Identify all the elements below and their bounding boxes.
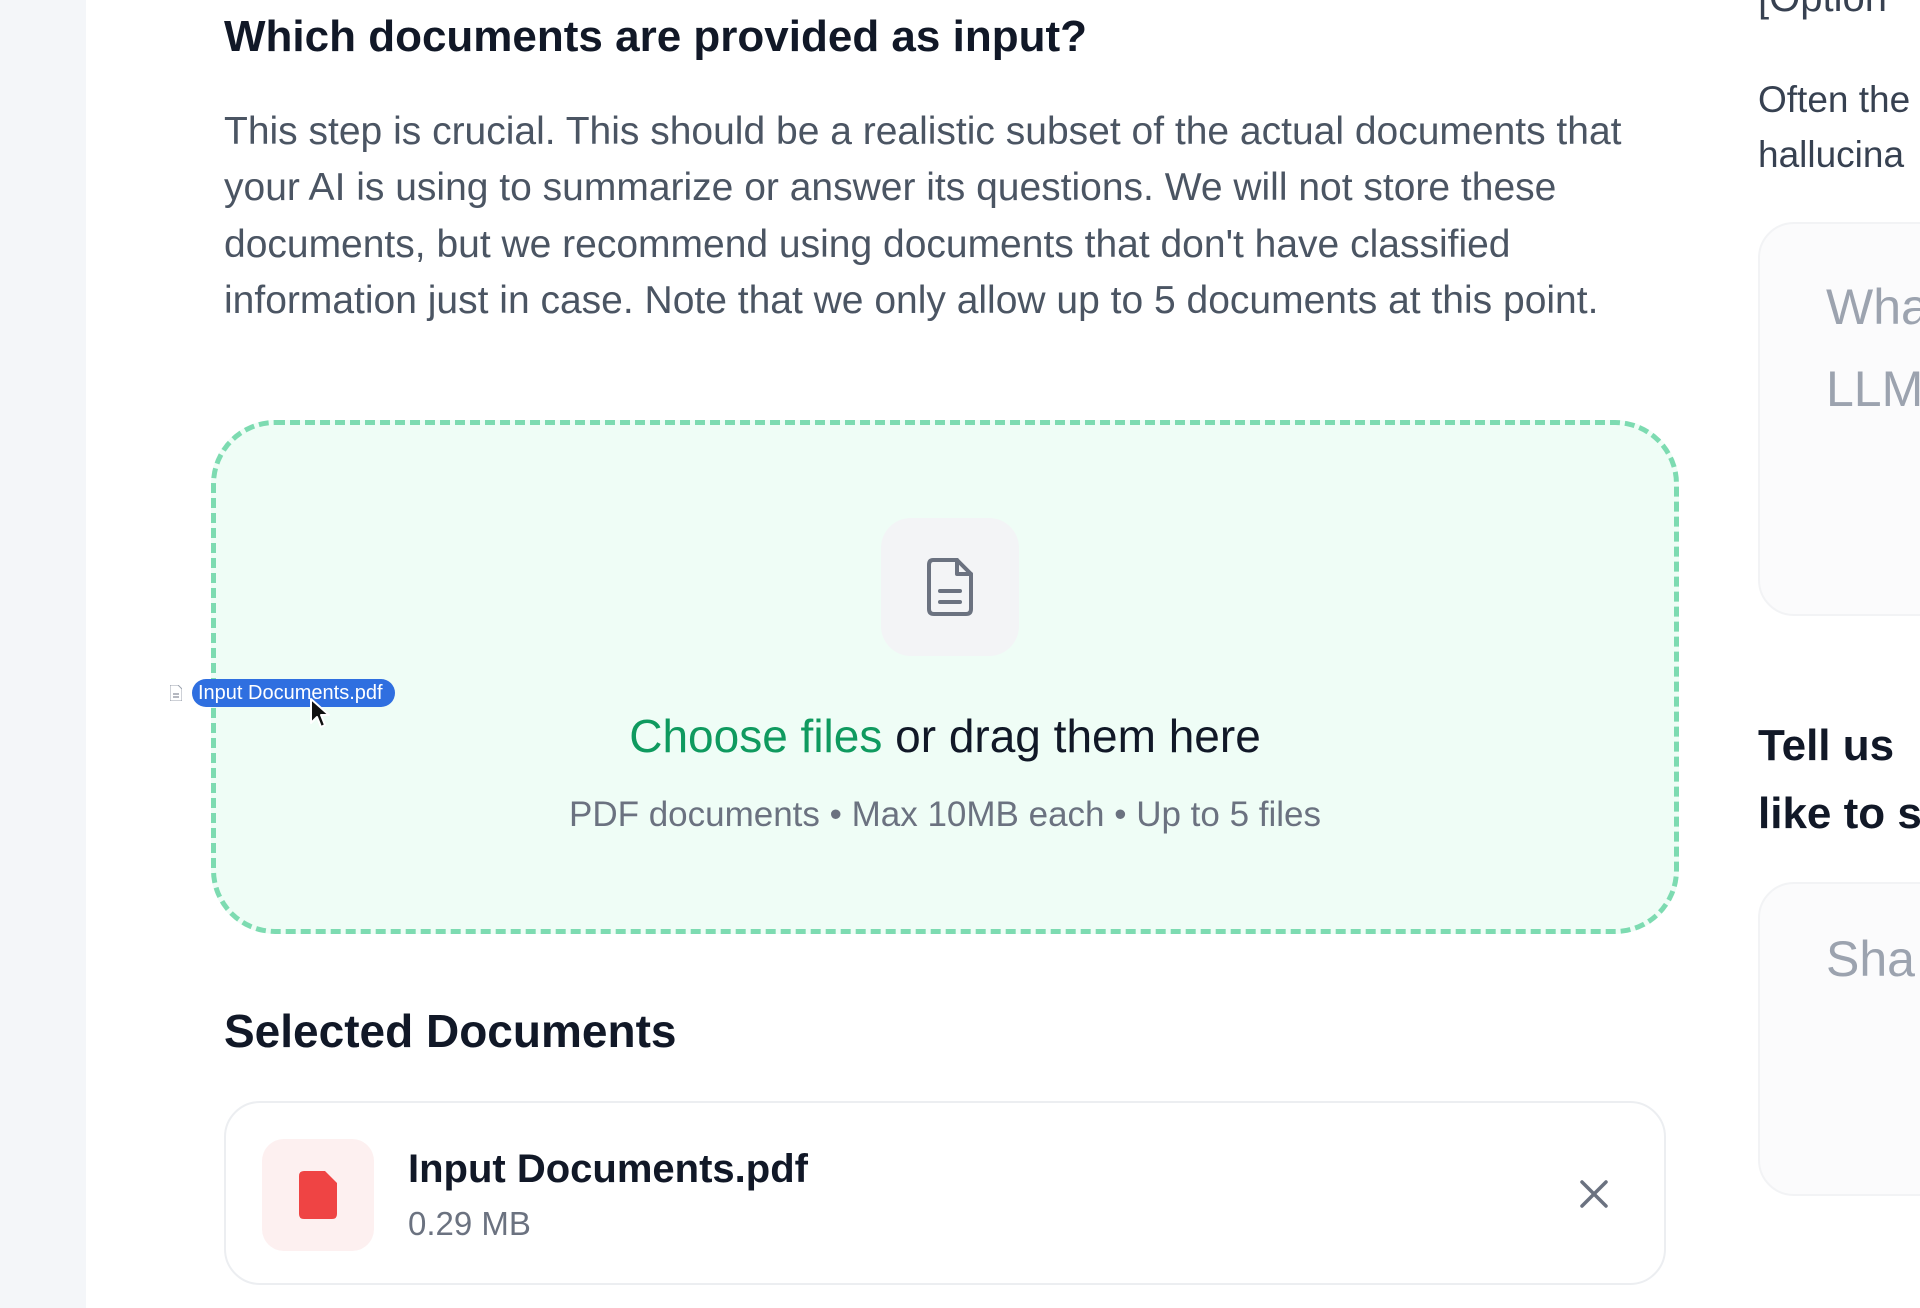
mouse-cursor-icon xyxy=(310,698,330,728)
file-icon xyxy=(170,685,182,701)
file-dropzone[interactable]: Choose files or drag them here PDF docum… xyxy=(211,420,1679,934)
optional-heading: [Option xyxy=(1758,0,1887,21)
section-description: This step is crucial. This should be a r… xyxy=(224,110,1622,323)
placeholder-line: LLM xyxy=(1826,361,1920,417)
pdf-file-icon xyxy=(262,1139,374,1251)
drag-preview: Input Documents.pdf xyxy=(170,679,395,707)
question-line: Tell us xyxy=(1758,721,1895,770)
placeholder-line: Wha xyxy=(1826,279,1920,335)
document-icon xyxy=(881,518,1019,656)
dropzone-headline: Choose files or drag them here xyxy=(216,709,1674,763)
drag-preview-label: Input Documents.pdf xyxy=(192,679,395,707)
file-name: Input Documents.pdf xyxy=(408,1147,808,1191)
section-title: Which documents are provided as input? xyxy=(224,12,1087,61)
selected-file-item: Input Documents.pdf 0.29 MB xyxy=(224,1101,1666,1285)
right-column: [Option Often the hallucina Wha LLM Tell… xyxy=(1758,0,1920,1308)
optional-help-line: hallucina xyxy=(1758,134,1905,175)
optional-help-line: Often the xyxy=(1758,79,1911,120)
optional-textarea-placeholder: Wha LLM xyxy=(1826,266,1920,430)
dropzone-hint: PDF documents • Max 10MB each • Up to 5 … xyxy=(568,795,1322,834)
choose-files-link[interactable]: Choose files xyxy=(629,710,882,762)
question-heading: Tell us like to s xyxy=(1758,712,1920,848)
question-line: like to s xyxy=(1758,789,1920,838)
file-size: 0.29 MB xyxy=(408,1205,531,1242)
share-textarea-placeholder: Sha xyxy=(1826,931,1915,987)
close-icon xyxy=(1580,1180,1608,1208)
drag-instruction: or drag them here xyxy=(882,710,1261,762)
selected-documents-title: Selected Documents xyxy=(224,1005,677,1057)
remove-file-button[interactable] xyxy=(1568,1168,1620,1220)
optional-help-text: Often the hallucina xyxy=(1758,72,1910,182)
